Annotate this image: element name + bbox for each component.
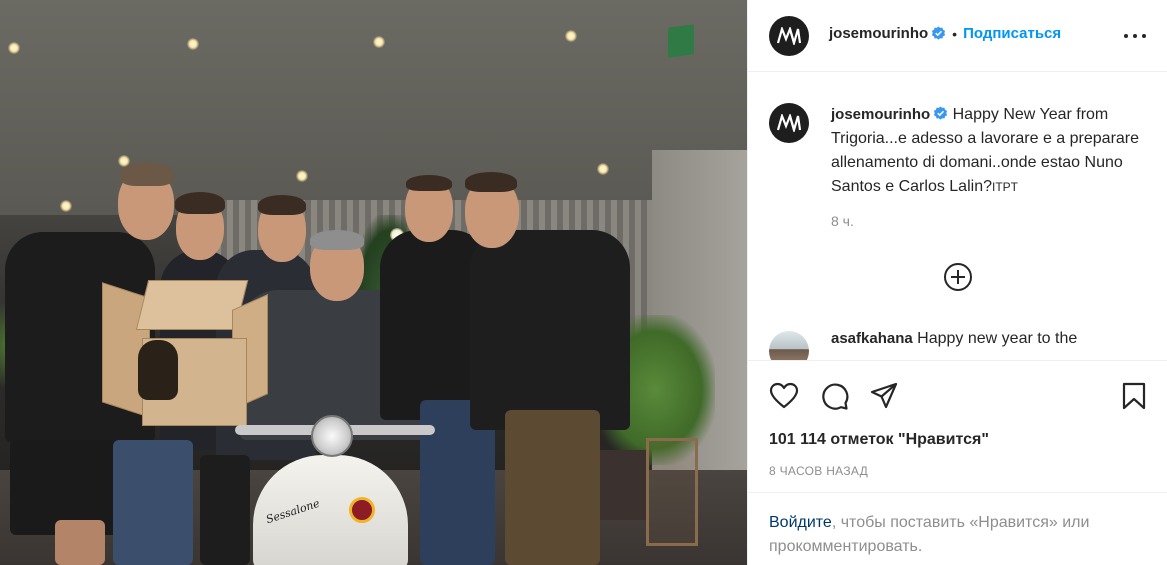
- more-horizontal-icon[interactable]: [1124, 26, 1146, 46]
- login-prompt: Войдите, чтобы поставить «Нравится» или …: [748, 492, 1167, 565]
- planter: [598, 450, 646, 520]
- heart-icon[interactable]: [769, 381, 799, 411]
- author-avatar[interactable]: [769, 16, 809, 56]
- caption-time: 8 ч.: [831, 213, 854, 229]
- post-photo[interactable]: Sessalone: [0, 0, 747, 565]
- post-side-panel: josemourinho • Подписаться josemourinho: [747, 0, 1167, 565]
- comment-icon[interactable]: [819, 381, 849, 411]
- comment-username[interactable]: asafkahana: [831, 330, 913, 347]
- ceiling-light: [8, 42, 20, 54]
- login-prompt-text: Войдите, чтобы поставить «Нравится» или …: [769, 511, 1149, 559]
- comments-scroll-area[interactable]: josemourinho Happy New Year from Trigori…: [748, 72, 1167, 360]
- ceiling-light: [373, 36, 385, 48]
- verified-badge-icon: [934, 106, 948, 120]
- commenter-avatar[interactable]: [769, 331, 809, 360]
- caption-username[interactable]: josemourinho: [831, 106, 930, 123]
- exit-sign: [668, 24, 694, 58]
- action-bar: [748, 360, 1167, 430]
- ceiling-light: [296, 170, 308, 182]
- header-user-line: josemourinho • Подписаться: [829, 25, 1061, 42]
- header-username[interactable]: josemourinho: [829, 25, 928, 42]
- ceiling-light: [187, 38, 199, 50]
- ceiling-light: [565, 30, 577, 42]
- follow-button[interactable]: Подписаться: [963, 25, 1061, 42]
- caption-suffix: ITPT: [991, 180, 1018, 194]
- likes-count[interactable]: 101 114 отметок "Нравится": [769, 431, 989, 449]
- jm-logo-icon: [776, 27, 802, 45]
- post-timestamp[interactable]: 8 ЧАСОВ НАЗАД: [769, 464, 868, 478]
- ceiling-light: [597, 163, 609, 175]
- login-link[interactable]: Войдите: [769, 514, 832, 531]
- comment-body: Happy new year to the: [917, 330, 1078, 347]
- ceiling-light: [60, 200, 72, 212]
- post-header: josemourinho • Подписаться: [748, 0, 1167, 72]
- photo-ceiling: [0, 0, 747, 215]
- header-separator: •: [952, 25, 958, 42]
- headlight: [311, 415, 353, 457]
- wooden-stand: [646, 438, 698, 546]
- bottle: [138, 340, 178, 400]
- plus-circle-icon[interactable]: [943, 262, 973, 292]
- as-roma-badge-icon: [349, 497, 375, 523]
- jm-logo-icon: [776, 114, 802, 132]
- send-icon[interactable]: [869, 381, 899, 411]
- bookmark-icon[interactable]: [1119, 381, 1149, 411]
- vespa-scooter: Sessalone: [235, 415, 435, 565]
- comment-item: asafkahana Happy new year to the: [831, 330, 1077, 348]
- caption-author-avatar[interactable]: [769, 103, 809, 143]
- caption: josemourinho Happy New Year from Trigori…: [831, 103, 1151, 199]
- verified-badge-icon: [932, 26, 946, 40]
